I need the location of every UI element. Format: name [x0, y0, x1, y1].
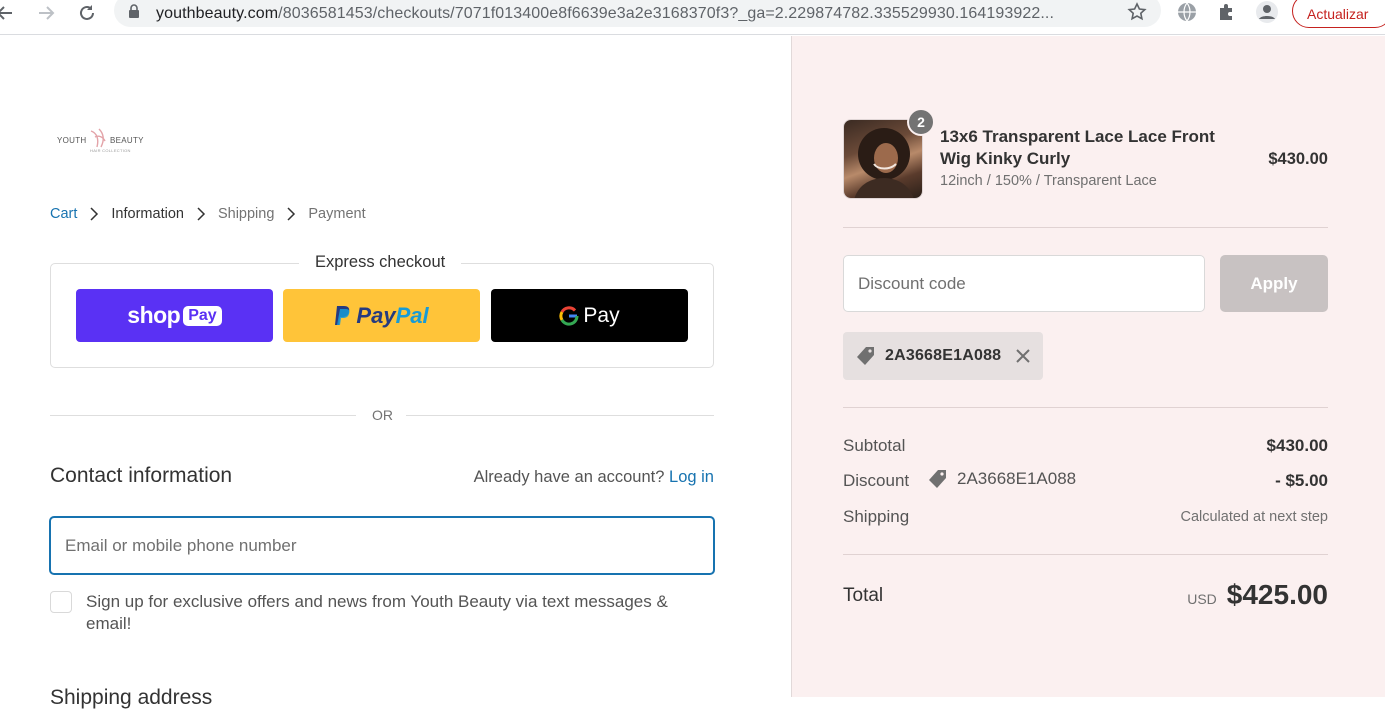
google-pay-button[interactable]: Pay [491, 289, 688, 342]
url-text: youthbeauty.com/8036581453/checkouts/707… [156, 5, 1054, 23]
shipping-row: Shipping Calculated at next step [843, 507, 1328, 527]
paypal-logo-icon [335, 305, 350, 325]
checkout-main: YOUTH BEAUTY HAIR COLLECTION Cart Inform… [0, 36, 791, 709]
product-name: 13x6 Transparent Lace Lace Front Wig Kin… [940, 127, 1215, 168]
subtotal-row: Subtotal $430.00 [843, 436, 1328, 456]
or-divider: OR [50, 406, 714, 426]
applied-discount-code: 2A3668E1A088 [885, 347, 1002, 364]
chevron-right-icon [197, 207, 206, 221]
breadcrumb: Cart Information Shipping Payment [50, 206, 366, 222]
discount-row: Discount 2A3668E1A088 - $5.00 [843, 468, 1328, 491]
back-icon[interactable] [0, 0, 18, 26]
paypal-word-part2: Pal [395, 302, 429, 328]
divider-line [406, 415, 714, 416]
shop-pay-word: shop [127, 302, 181, 328]
lock-icon [129, 4, 139, 18]
google-pay-wordmark: Pay [559, 303, 620, 328]
applied-discount-chip: 2A3668E1A088 [843, 332, 1043, 380]
breadcrumb-shipping: Shipping [217, 206, 275, 222]
subtotal-value: $430.00 [1266, 436, 1328, 455]
extensions-puzzle-icon[interactable] [1216, 1, 1238, 23]
bookmark-star-icon[interactable] [1127, 2, 1147, 22]
reload-icon[interactable] [74, 0, 100, 26]
express-checkout-title: Express checkout [299, 253, 462, 272]
shop-pay-badge: Pay [183, 305, 222, 326]
logo-text-right: BEAUTY [110, 136, 144, 145]
divider [843, 554, 1328, 555]
remove-discount-icon[interactable] [1013, 346, 1033, 366]
divider [843, 227, 1328, 228]
express-checkout: Express checkout shop Pay PayPal Pay [50, 253, 714, 368]
apply-discount-button[interactable]: Apply [1220, 255, 1328, 312]
paypal-word-part1: Pay [356, 302, 396, 328]
globe-icon[interactable] [1176, 1, 1198, 23]
google-g-icon [559, 305, 579, 326]
currency-code: USD [1187, 591, 1217, 607]
shipping-label: Shipping [843, 507, 910, 526]
marketing-optin-checkbox[interactable] [50, 591, 72, 613]
total-amount: USD $425.00 [1187, 579, 1328, 611]
profile-avatar-icon[interactable] [1256, 1, 1278, 23]
discount-tag-icon [929, 470, 946, 488]
shipping-value: Calculated at next step [1180, 509, 1328, 525]
product-variant: 12inch / 150% / Transparent Lace [940, 173, 1157, 189]
order-summary: 2 13x6 Transparent Lace Lace Front Wig K… [791, 36, 1385, 697]
product-price: $430.00 [1268, 150, 1328, 168]
subtotal-label: Subtotal [843, 436, 906, 455]
url-path: /8036581453/checkouts/7071f013400e8f6639… [278, 5, 1054, 22]
chevron-right-icon [287, 207, 296, 221]
discount-code-input[interactable] [843, 255, 1205, 312]
store-logo[interactable]: YOUTH BEAUTY HAIR COLLECTION [57, 127, 145, 157]
discount-value: - $5.00 [1275, 471, 1328, 490]
logo-text-left: YOUTH [57, 136, 87, 145]
or-label: OR [372, 407, 393, 423]
discount-tag-icon [857, 347, 874, 365]
discount-row-code: 2A3668E1A088 [957, 469, 1077, 488]
url-domain: youthbeauty.com [156, 5, 279, 22]
divider [843, 407, 1328, 408]
total-label: Total [843, 585, 884, 606]
browser-toolbar: youthbeauty.com/8036581453/checkouts/707… [0, 0, 1385, 35]
quantity-badge: 2 [907, 108, 935, 136]
google-pay-word: Pay [583, 303, 620, 327]
shop-pay-button[interactable]: shop Pay [76, 289, 273, 342]
address-bar[interactable]: youthbeauty.com/8036581453/checkouts/707… [114, 0, 1161, 27]
marketing-optin-label[interactable]: Sign up for exclusive offers and news fr… [86, 591, 706, 635]
logo-subtext: HAIR COLLECTION [90, 148, 131, 153]
update-button[interactable]: Actualizar [1292, 0, 1385, 28]
contact-information-heading: Contact information [50, 464, 233, 487]
divider-line [50, 415, 356, 416]
discount-label: Discount [843, 471, 910, 490]
breadcrumb-payment: Payment [308, 206, 366, 222]
forward-icon[interactable] [33, 0, 59, 26]
paypal-button[interactable]: PayPal [283, 289, 480, 342]
account-prompt: Already have an account? Log in [474, 468, 714, 487]
total-value: $425.00 [1226, 579, 1328, 610]
chevron-right-icon [90, 207, 99, 221]
breadcrumb-information: Information [111, 206, 184, 222]
account-prompt-text: Already have an account? [473, 468, 665, 486]
paypal-wordmark: PayPal [356, 303, 428, 329]
breadcrumb-cart[interactable]: Cart [50, 206, 77, 222]
shipping-address-heading: Shipping address [50, 686, 213, 709]
discount-code-display: 2A3668E1A088 [927, 468, 1076, 490]
email-phone-input[interactable] [49, 516, 715, 575]
login-link[interactable]: Log in [669, 468, 714, 486]
